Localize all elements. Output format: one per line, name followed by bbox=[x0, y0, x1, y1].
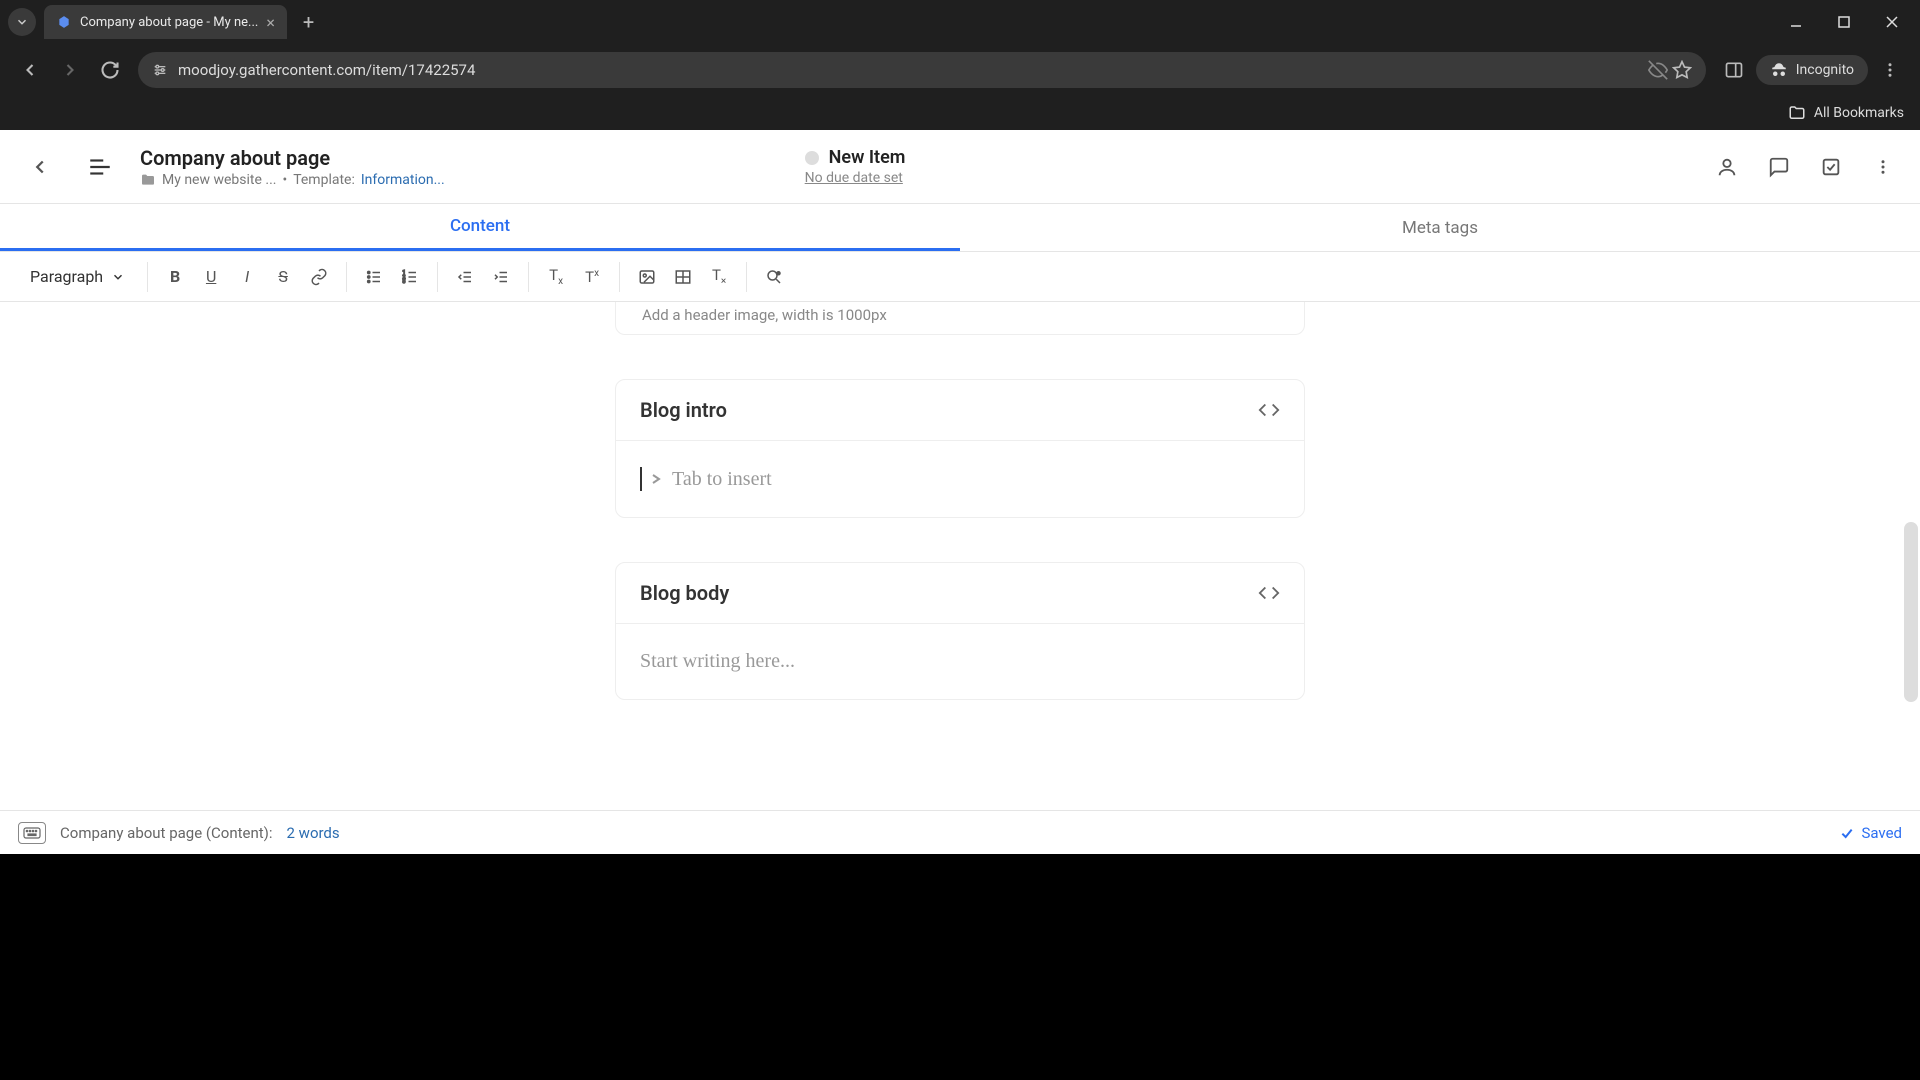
text-cursor-icon bbox=[640, 467, 642, 491]
bookmark-star-icon[interactable] bbox=[1672, 60, 1692, 80]
eye-off-icon[interactable] bbox=[1648, 60, 1668, 80]
browser-address-bar: moodjoy.gathercontent.com/item/17422574 … bbox=[0, 44, 1920, 96]
body-placeholder: Start writing here... bbox=[640, 650, 795, 673]
svg-text:3: 3 bbox=[403, 279, 406, 285]
tab-meta-tags[interactable]: Meta tags bbox=[960, 204, 1920, 251]
underline-button[interactable]: U bbox=[194, 260, 228, 294]
app-header: Company about page My new website ... • … bbox=[0, 130, 1920, 204]
account-button[interactable] bbox=[1710, 150, 1744, 184]
field-editor-body[interactable]: Start writing here... bbox=[616, 624, 1304, 699]
bookmarks-bar: All Bookmarks bbox=[0, 96, 1920, 130]
window-close-icon[interactable] bbox=[1880, 10, 1904, 34]
more-button[interactable] bbox=[1866, 150, 1900, 184]
tasks-button[interactable] bbox=[1814, 150, 1848, 184]
indent-button[interactable] bbox=[484, 260, 518, 294]
comments-button[interactable] bbox=[1762, 150, 1796, 184]
chevron-down-icon bbox=[111, 270, 125, 284]
bold-button[interactable]: B bbox=[158, 260, 192, 294]
chevron-down-icon bbox=[15, 15, 29, 29]
link-button[interactable] bbox=[302, 260, 336, 294]
intro-placeholder: Tab to insert bbox=[672, 468, 772, 491]
url-text: moodjoy.gathercontent.com/item/17422574 bbox=[178, 61, 475, 79]
format-select[interactable]: Paragraph bbox=[18, 261, 137, 292]
toolbar-divider bbox=[147, 262, 148, 292]
incognito-badge[interactable]: Incognito bbox=[1756, 55, 1868, 85]
breadcrumb-project[interactable]: My new website ... bbox=[162, 172, 276, 188]
all-bookmarks-link[interactable]: All Bookmarks bbox=[1814, 105, 1904, 121]
toolbar-divider bbox=[437, 262, 438, 292]
tab-close-icon[interactable]: × bbox=[266, 13, 275, 32]
browser-tab-bar: Company about page - My ne... × + bbox=[0, 0, 1920, 44]
editor-toolbar: Paragraph B U I S 123 Tx Tx T× bbox=[0, 252, 1920, 302]
nav-reload-icon[interactable] bbox=[92, 52, 128, 88]
field-title: Blog body bbox=[640, 581, 729, 605]
tab-title: Company about page - My ne... bbox=[80, 15, 258, 30]
outdent-button[interactable] bbox=[448, 260, 482, 294]
editor-canvas[interactable]: Add a header image, width is 1000px Blog… bbox=[0, 302, 1920, 810]
page-title: Company about page bbox=[140, 146, 445, 170]
incognito-icon bbox=[1770, 61, 1788, 79]
subscript-button[interactable]: Tx bbox=[539, 260, 573, 294]
bullet-list-button[interactable] bbox=[357, 260, 391, 294]
status-dot-icon bbox=[805, 151, 819, 165]
field-card-blog-body: Blog body Start writing here... bbox=[615, 562, 1305, 700]
field-card-blog-intro: Blog intro Tab to insert bbox=[615, 379, 1305, 518]
incognito-label: Incognito bbox=[1796, 62, 1854, 78]
code-view-button[interactable] bbox=[1258, 582, 1280, 604]
italic-button[interactable]: I bbox=[230, 260, 264, 294]
field-title: Blog intro bbox=[640, 398, 727, 422]
site-settings-icon[interactable] bbox=[152, 62, 168, 78]
tab-insert-icon bbox=[650, 469, 664, 489]
header-image-hint: Add a header image, width is 1000px bbox=[615, 302, 1305, 335]
nav-back-icon[interactable] bbox=[12, 52, 48, 88]
superscript-button[interactable]: Tx bbox=[575, 260, 609, 294]
browser-tab[interactable]: Company about page - My ne... × bbox=[44, 5, 287, 39]
strikethrough-button[interactable]: S bbox=[266, 260, 300, 294]
favicon-icon bbox=[56, 14, 72, 30]
app-back-button[interactable] bbox=[20, 147, 60, 187]
scrollbar-thumb[interactable] bbox=[1904, 522, 1918, 702]
toolbar-divider bbox=[346, 262, 347, 292]
side-panel-icon[interactable] bbox=[1716, 52, 1752, 88]
clear-format-button[interactable]: T× bbox=[702, 260, 736, 294]
saved-indicator: Saved bbox=[1839, 824, 1902, 842]
browser-menu-icon[interactable] bbox=[1872, 52, 1908, 88]
folder-icon bbox=[1788, 104, 1806, 122]
tab-content[interactable]: Content bbox=[0, 204, 960, 251]
toolbar-divider bbox=[528, 262, 529, 292]
image-button[interactable] bbox=[630, 260, 664, 294]
check-icon bbox=[1839, 825, 1855, 841]
table-button[interactable] bbox=[666, 260, 700, 294]
sidebar-toggle-button[interactable] bbox=[80, 147, 120, 187]
search-replace-button[interactable] bbox=[757, 260, 791, 294]
code-view-button[interactable] bbox=[1258, 399, 1280, 421]
url-input[interactable]: moodjoy.gathercontent.com/item/17422574 bbox=[138, 52, 1706, 88]
numbered-list-button[interactable]: 123 bbox=[393, 260, 427, 294]
content-tabs: Content Meta tags bbox=[0, 204, 1920, 252]
keyboard-shortcuts-button[interactable] bbox=[18, 822, 46, 844]
status-context: Company about page (Content): bbox=[60, 824, 273, 842]
status-label[interactable]: New Item bbox=[829, 147, 906, 168]
format-select-label: Paragraph bbox=[30, 267, 103, 286]
breadcrumb-template-link[interactable]: Information... bbox=[361, 172, 445, 188]
status-bar: Company about page (Content): 2 words Sa… bbox=[0, 810, 1920, 854]
breadcrumb-sep: • bbox=[282, 172, 287, 188]
tab-search-dropdown[interactable] bbox=[8, 8, 36, 36]
nav-forward-icon[interactable] bbox=[52, 52, 88, 88]
folder-icon bbox=[140, 172, 156, 188]
field-editor-intro[interactable]: Tab to insert bbox=[616, 441, 1304, 517]
breadcrumb: My new website ... • Template: Informati… bbox=[140, 172, 445, 188]
window-minimize-icon[interactable] bbox=[1784, 10, 1808, 34]
new-tab-button[interactable]: + bbox=[295, 10, 322, 34]
word-count-link[interactable]: 2 words bbox=[287, 824, 340, 842]
toolbar-divider bbox=[746, 262, 747, 292]
toolbar-divider bbox=[619, 262, 620, 292]
window-maximize-icon[interactable] bbox=[1832, 10, 1856, 34]
browser-chrome: Company about page - My ne... × + moodjo… bbox=[0, 0, 1920, 130]
saved-label: Saved bbox=[1861, 824, 1902, 842]
breadcrumb-template-label: Template: bbox=[293, 172, 355, 188]
os-taskbar bbox=[0, 854, 1920, 1080]
due-date-link[interactable]: No due date set bbox=[805, 170, 906, 186]
